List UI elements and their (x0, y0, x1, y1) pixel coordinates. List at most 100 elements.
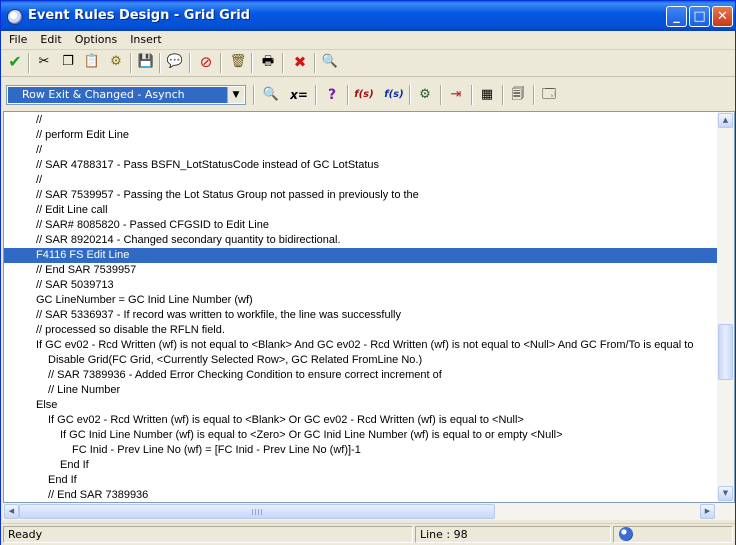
window-title: Event Rules Design - Grid Grid (28, 8, 250, 23)
close-button[interactable]: ✕ (712, 6, 733, 27)
checkmark-icon[interactable]: ✔ (6, 53, 24, 71)
code-line[interactable]: // processed so disable the RFLN field. (4, 323, 718, 338)
code-line-text: If GC Inid Line Number (wf) is equal to … (60, 429, 563, 441)
toolbar-separator (533, 85, 535, 105)
function-s-icon[interactable]: f(s) (383, 86, 405, 104)
vertical-scroll-thumb[interactable] (718, 324, 733, 380)
line-indicator: Line : 98 (415, 526, 611, 543)
toolbar-separator (347, 85, 349, 105)
gears-icon[interactable]: ⚙ (107, 53, 125, 71)
code-line-text: // (36, 114, 43, 126)
code-line-text: // SAR# 8085820 - Passed CFGSID to Edit … (36, 219, 269, 231)
toolbar-separator (251, 53, 253, 73)
code-line[interactable]: // SAR 7539957 - Passing the Lot Status … (4, 188, 718, 203)
menu-insert[interactable]: Insert (122, 31, 167, 46)
code-line[interactable]: FC Inid - Prev Line No (wf) = [FC Inid -… (4, 443, 718, 458)
code-line[interactable]: // Line Number (4, 383, 718, 398)
globe-icon (619, 527, 633, 541)
disable-icon[interactable]: ⊘ (197, 53, 215, 71)
cut-icon[interactable]: ✂ (35, 53, 53, 71)
scroll-down-button[interactable]: ▼ (718, 486, 733, 501)
function-icon[interactable]: f(s) (353, 86, 375, 104)
toolbar-separator (471, 85, 473, 105)
assign-icon[interactable]: x= (290, 86, 308, 104)
code-line[interactable]: If GC ev02 - Rcd Written (wf) is not equ… (4, 338, 718, 353)
chevron-down-icon[interactable]: ▼ (227, 87, 244, 103)
code-line-text: End If (48, 474, 77, 486)
copy-icon[interactable]: ❐ (59, 53, 77, 71)
code-line-text: // processed so disable the RFLN field. (36, 324, 225, 336)
print-icon[interactable]: 🖶 (259, 53, 277, 71)
code-line[interactable]: Disable Grid(FC Grid, <Currently Selecte… (4, 353, 718, 368)
code-line[interactable]: End If (4, 473, 718, 488)
code-line[interactable]: // End SAR 7389936 (4, 488, 718, 502)
menu-edit[interactable]: Edit (32, 31, 66, 46)
code-line[interactable]: // SAR 4788317 - Pass BSFN_LotStatusCode… (4, 158, 718, 173)
maximize-button[interactable]: □ (689, 6, 710, 27)
comment-icon[interactable]: 💬 (166, 53, 184, 71)
toolbar-separator (502, 85, 504, 105)
status-text: Ready (3, 526, 413, 543)
code-line-text: // perform Edit Line (36, 129, 129, 141)
code-line-text: FC Inid - Prev Line No (wf) = [FC Inid -… (72, 444, 361, 456)
code-line-text: End If (60, 459, 89, 471)
menu-bar: File Edit Options Insert (1, 31, 735, 50)
close-icon: ✕ (717, 9, 728, 24)
code-line[interactable]: If GC Inid Line Number (wf) is equal to … (4, 428, 718, 443)
form-interconnect-icon[interactable]: 🗐 (509, 86, 527, 104)
code-line-text: // SAR 7389936 - Added Error Checking Co… (48, 369, 442, 381)
menu-file[interactable]: File (1, 31, 32, 46)
event-selector-dropdown[interactable]: Row Exit & Changed - Asynch ▼ (6, 85, 246, 105)
delete-icon[interactable]: 🗑 (229, 53, 247, 71)
code-line-text: If GC ev02 - Rcd Written (wf) is equal t… (48, 414, 524, 426)
toolbar-separator (282, 53, 284, 73)
code-line[interactable]: // SAR 5336937 - If record was written t… (4, 308, 718, 323)
code-line-text: Disable Grid(FC Grid, <Currently Selecte… (48, 354, 423, 366)
status-bar: Ready Line : 98 (1, 523, 735, 545)
code-line[interactable]: // (4, 143, 718, 158)
toolbar-separator (253, 85, 255, 105)
code-line[interactable]: // SAR 8920214 - Changed secondary quant… (4, 233, 718, 248)
code-line-text: // SAR 8920214 - Changed secondary quant… (36, 234, 341, 246)
vertical-scrollbar[interactable]: ▲ ▼ (717, 112, 734, 502)
code-area[interactable]: // // perform Edit Line // // SAR 4788317 -… (4, 112, 718, 502)
save-icon[interactable]: 💾 (137, 53, 155, 71)
code-line-selected[interactable]: F4116 FS Edit Line (4, 248, 718, 263)
code-line[interactable]: // (4, 173, 718, 188)
report-interconnect-icon[interactable]: 🗔 (540, 86, 558, 104)
table-io-icon[interactable]: ▦ (478, 86, 496, 104)
code-line[interactable]: If GC ev02 - Rcd Written (wf) is equal t… (4, 413, 718, 428)
cancel-icon[interactable]: ✖ (291, 53, 309, 71)
code-line[interactable]: GC LineNumber = GC Inid Line Number (wf) (4, 293, 718, 308)
scroll-left-button[interactable]: ◀ (4, 504, 19, 519)
scroll-right-button[interactable]: ▶ (700, 504, 715, 519)
insert-line-icon[interactable]: ⇥ (447, 86, 465, 104)
code-line-text: // SAR 5336937 - If record was written t… (36, 309, 401, 321)
code-line[interactable]: // (4, 113, 718, 128)
maximize-icon: □ (693, 9, 706, 24)
search-icon[interactable]: 🔍 (321, 53, 339, 71)
code-line-text: GC LineNumber = GC Inid Line Number (wf) (36, 294, 253, 306)
code-line[interactable]: Else (4, 398, 718, 413)
code-line[interactable]: // SAR# 8085820 - Passed CFGSID to Edit … (4, 218, 718, 233)
toolbar-separator (314, 53, 316, 73)
horizontal-scrollbar[interactable]: ◀ ▶ (3, 503, 735, 520)
event-rules-editor[interactable]: // // perform Edit Line // // SAR 4788317 -… (3, 111, 735, 503)
minimize-button[interactable]: _ (666, 6, 687, 27)
horizontal-scroll-thumb[interactable] (19, 504, 495, 519)
code-line[interactable]: // SAR 5039713 (4, 278, 718, 293)
app-icon (7, 9, 23, 25)
code-line[interactable]: End If (4, 458, 718, 473)
if-icon[interactable]: ? (323, 86, 341, 104)
code-line[interactable]: // perform Edit Line (4, 128, 718, 143)
paste-icon[interactable]: 📋 (83, 53, 101, 71)
menu-options[interactable]: Options (67, 31, 122, 46)
code-line[interactable]: // End SAR 7539957 (4, 263, 718, 278)
code-line[interactable]: // SAR 7389936 - Added Error Checking Co… (4, 368, 718, 383)
find-icon[interactable]: 🔍 (262, 86, 280, 104)
scroll-up-button[interactable]: ▲ (718, 113, 733, 128)
code-line[interactable]: // Edit Line call (4, 203, 718, 218)
title-bar[interactable]: Event Rules Design - Grid Grid _ □ ✕ (1, 1, 735, 31)
standard-toolbar: ✔ ✂ ❐ 📋 ⚙ 💾 💬 ⊘ 🗑 🖶 ✖ 🔍 (1, 50, 735, 77)
bsfn-icon[interactable]: ⚙ (416, 86, 434, 104)
